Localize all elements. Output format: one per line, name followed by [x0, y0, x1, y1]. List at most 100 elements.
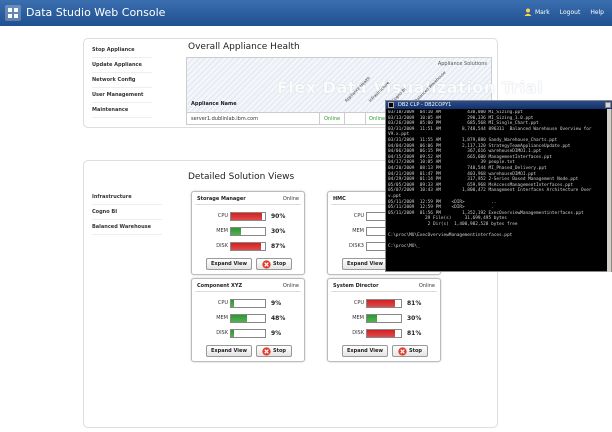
metric-mem: MEM 30% [328, 313, 442, 324]
column-divider [344, 113, 345, 125]
metric-disk: DISK 87% [192, 241, 306, 252]
help-link[interactable]: Help [590, 9, 604, 16]
card-status: Online [282, 283, 299, 289]
user-menu[interactable]: Mark [524, 8, 550, 16]
terminal-line: C:\proc\MU\_ [388, 244, 420, 250]
card-title: System Director [333, 283, 379, 289]
metric-value: 81% [407, 330, 422, 337]
stop-button[interactable]: Stop [256, 345, 292, 357]
usage-bar-fill [231, 243, 261, 250]
metric-value: 48% [271, 315, 286, 322]
column-divider [365, 113, 366, 125]
stop-icon [262, 346, 271, 356]
user-name: Mark [534, 8, 550, 16]
usage-bar-fill [231, 300, 235, 307]
column-divider [319, 113, 320, 125]
metric-label: DISK3 [349, 243, 364, 249]
expand-view-label: Expand View [347, 348, 383, 354]
metric-label: CPU [217, 300, 228, 306]
terminal-title: DB2 CLP - DB2COPY1 [398, 102, 452, 108]
metric-label: DISK [216, 330, 228, 336]
terminal-line: 03/31/2009 11:51 AM 8,748,544 096311 Bal… [388, 126, 592, 132]
appliance-name-header: Appliance Name [191, 101, 237, 107]
app-title: Data Studio Web Console [26, 6, 166, 19]
metric-value: 90% [271, 213, 286, 220]
usage-bar [230, 299, 266, 308]
terminal-icon [388, 102, 394, 108]
expand-view-label: Expand View [211, 261, 247, 267]
metric-cpu: CPU 90% [192, 211, 306, 222]
nav-item-maintenance[interactable]: Maintenance [92, 103, 152, 118]
terminal-output[interactable]: 03/18/2009 04:10 AM 430,080 MI_Sizing.pp… [388, 110, 610, 272]
usage-bar [230, 314, 266, 323]
window-control-icon[interactable] [605, 102, 611, 108]
health-title: Overall Appliance Health [188, 42, 300, 52]
metric-label: MEM [216, 228, 228, 234]
appliance-solutions-label: Appliance Solutions [437, 61, 487, 67]
metric-value: 30% [407, 315, 422, 322]
metric-disk: DISK 9% [192, 328, 306, 339]
status-online: Online [369, 116, 386, 122]
usage-bar [366, 329, 402, 338]
expand-view-label: Expand View [347, 261, 383, 267]
nav-item-user-management[interactable]: User Management [92, 88, 152, 103]
expand-view-button[interactable]: Expand View [206, 345, 252, 357]
metric-label: DISK [352, 330, 364, 336]
metric-label: MEM [352, 228, 364, 234]
usage-bar-fill [367, 300, 395, 307]
stop-button[interactable]: Stop [256, 258, 292, 270]
metric-label: CPU [217, 213, 228, 219]
terminal-window[interactable]: DB2 CLP - DB2COPY1 03/18/2009 04:10 AM 4… [385, 100, 612, 272]
user-icon [524, 8, 532, 16]
metric-value: 9% [271, 300, 282, 307]
card-divider [195, 204, 301, 205]
usage-bar-fill [231, 330, 235, 337]
solution-nav: Infrastructure Cogno BI Balanced Warehou… [92, 190, 162, 235]
appliance-nav: Stop Appliance Update Appliance Network … [92, 43, 152, 118]
metric-cpu: CPU 9% [192, 298, 306, 309]
metric-label: DISK [216, 243, 228, 249]
card-status: Online [282, 196, 299, 202]
trial-watermark: Flex Data Visualization Trial [277, 78, 544, 97]
metric-value: 87% [271, 243, 286, 250]
card-divider [195, 291, 301, 292]
expand-view-button[interactable]: Expand View [342, 258, 388, 270]
expand-view-label: Expand View [211, 348, 247, 354]
card-status: Online [418, 283, 435, 289]
status-online: Online [324, 116, 341, 122]
stop-icon [398, 346, 407, 356]
usage-bar [366, 314, 402, 323]
terminal-line: 04/29/2009 01:14 PM 317,952 2-Series Bas… [388, 177, 579, 183]
appliance-name: server1.dublinlab.ibm.com [191, 116, 258, 122]
nav-item-balanced-warehouse[interactable]: Balanced Warehouse [92, 220, 162, 235]
logout-link[interactable]: Logout [560, 9, 581, 16]
nav-item-update-appliance[interactable]: Update Appliance [92, 58, 152, 73]
metric-label: CPU [353, 213, 364, 219]
nav-item-cogno-bi[interactable]: Cogno BI [92, 205, 162, 220]
solution-card: Storage Manager Online CPU 90% MEM 30% DISK 87%… [191, 191, 305, 275]
stop-button[interactable]: Stop [392, 345, 428, 357]
terminal-titlebar[interactable]: DB2 CLP - DB2COPY1 [386, 101, 612, 109]
expand-view-button[interactable]: Expand View [206, 258, 252, 270]
card-title: Component XYZ [197, 283, 243, 289]
metric-value: 81% [407, 300, 422, 307]
nav-item-infrastructure[interactable]: Infrastructure [92, 190, 162, 205]
metric-value: 30% [271, 228, 286, 235]
stop-label: Stop [272, 261, 286, 267]
stop-icon [262, 259, 271, 269]
expand-view-button[interactable]: Expand View [342, 345, 388, 357]
terminal-scrollbar[interactable] [607, 109, 611, 272]
solution-card: System Director Online CPU 81% MEM 30% DISK 81%… [327, 278, 441, 362]
usage-bar [230, 227, 266, 236]
nav-item-network-config[interactable]: Network Config [92, 73, 152, 88]
usage-bar-fill [367, 330, 395, 337]
metric-mem: MEM 48% [192, 313, 306, 324]
nav-item-stop-appliance[interactable]: Stop Appliance [92, 43, 152, 58]
metric-cpu: CPU 81% [328, 298, 442, 309]
metric-value: 9% [271, 330, 282, 337]
app-logo-icon [5, 5, 21, 21]
usage-bar [366, 299, 402, 308]
stop-label: Stop [272, 348, 286, 354]
metric-label: MEM [352, 315, 364, 321]
usage-bar-fill [231, 315, 248, 322]
